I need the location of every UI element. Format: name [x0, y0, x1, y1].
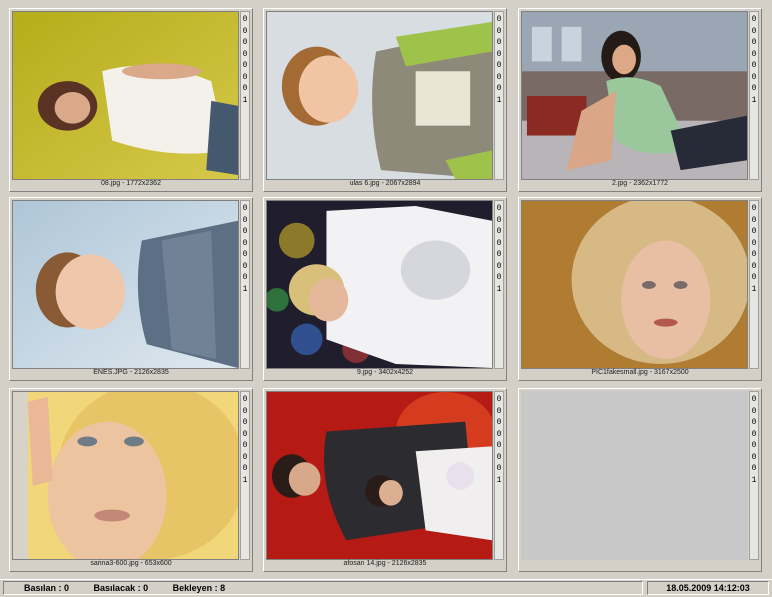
thumbnail-grid: 00000001 08.jpg - 1772x2362 00000001 ula… [0, 0, 772, 578]
thumbnail-tile[interactable]: 00000001 08.jpg - 1772x2362 [9, 8, 253, 192]
thumbnail-image[interactable] [266, 200, 493, 369]
thumbnail-image-empty[interactable] [521, 391, 748, 560]
thumbnail-tile[interactable]: 00000001 ulas 6.jpg - 2067x2894 [263, 8, 507, 192]
print-counter: 00000001 [240, 391, 250, 560]
thumbnail-tile[interactable]: 00000001 sarina3-600.jpg - 653x600 [9, 388, 253, 572]
thumbnail-image[interactable] [521, 200, 748, 369]
thumbnail-caption: 9.jpg - 3402x4252 [356, 369, 414, 376]
thumbnail-image[interactable] [521, 11, 748, 180]
print-counter: 00000001 [494, 391, 504, 560]
print-counter: 00000001 [749, 11, 759, 180]
thumbnail-caption [521, 559, 759, 569]
thumbnail-caption: 2.jpg - 2362x1772 [611, 180, 669, 187]
thumbnail-image[interactable] [12, 200, 239, 369]
print-counter: 00000001 [240, 200, 250, 369]
thumbnail-caption: sarina3-600.jpg - 653x600 [90, 560, 172, 567]
thumbnail-tile[interactable]: 00000001 9.jpg - 3402x4252 [263, 197, 507, 381]
print-counter: 00000001 [749, 391, 759, 560]
thumbnail-caption: afosan 14.jpg - 2126x2835 [343, 560, 427, 567]
thumbnail-caption: ENES.JPG - 2126x2835 [93, 369, 169, 376]
thumbnail-image[interactable] [266, 391, 493, 560]
thumbnail-tile[interactable]: 00000001 2.jpg - 2362x1772 [518, 8, 762, 192]
thumbnail-tile[interactable]: 00000001 afosan 14.jpg - 2126x2835 [263, 388, 507, 572]
status-counts: Basılan : 0 Basılacak : 0 Bekleyen : 8 [3, 581, 643, 595]
thumbnail-tile-empty[interactable]: 00000001 [518, 388, 762, 572]
waiting-count: Bekleyen : 8 [172, 583, 226, 593]
status-bar: Basılan : 0 Basılacak : 0 Bekleyen : 8 1… [0, 579, 772, 597]
print-counter: 00000001 [749, 200, 759, 369]
thumbnail-caption: ulas 6.jpg - 2067x2894 [349, 180, 421, 187]
thumbnail-tile[interactable]: 00000001 PIC1fakesmall.jpg - 3167x2500 [518, 197, 762, 381]
thumbnail-image[interactable] [12, 391, 239, 560]
thumbnail-image[interactable] [12, 11, 239, 180]
thumbnail-tile[interactable]: 00000001 ENES.JPG - 2126x2835 [9, 197, 253, 381]
status-datetime: 18.05.2009 14:12:03 [647, 581, 769, 595]
print-counter: 00000001 [240, 11, 250, 180]
thumbnail-caption: PIC1fakesmall.jpg - 3167x2500 [591, 369, 689, 376]
thumbnail-image[interactable] [266, 11, 493, 180]
to-print-count: Basılacak : 0 [93, 583, 149, 593]
print-counter: 00000001 [494, 11, 504, 180]
thumbnail-caption: 08.jpg - 1772x2362 [101, 180, 161, 187]
print-counter: 00000001 [494, 200, 504, 369]
printed-count: Basılan : 0 [24, 583, 70, 593]
